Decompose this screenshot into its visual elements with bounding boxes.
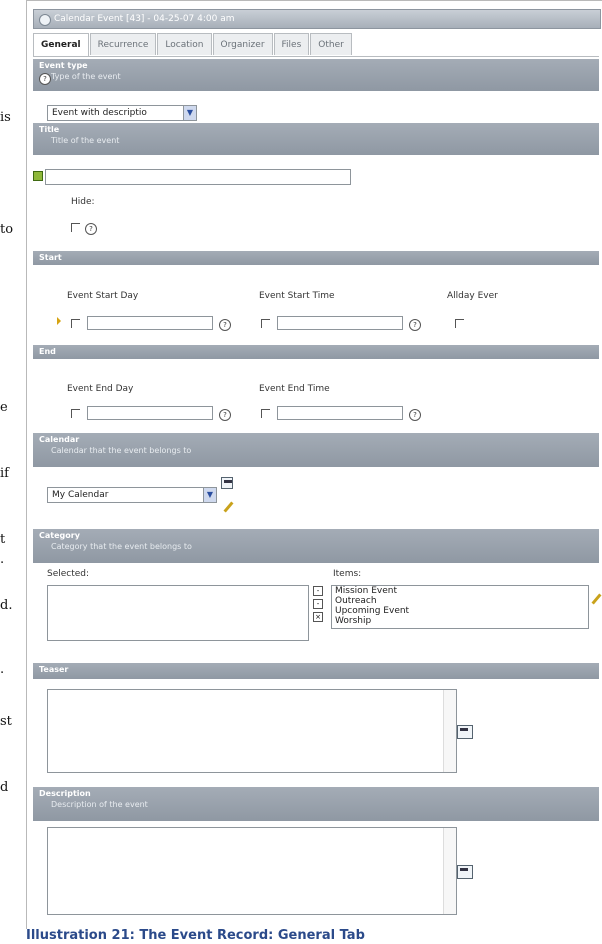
section-title: End [39,347,56,356]
required-marker-icon [33,171,43,181]
start-header: Start [33,251,599,265]
help-icon[interactable]: ? [39,73,51,85]
calendar-value: My Calendar [52,490,109,500]
category-header: Category Category that the event belongs… [33,529,599,563]
editor-icon[interactable] [457,865,473,879]
left-text-fragment: d [0,780,9,795]
start-time-label: Event Start Time [259,291,335,301]
tab-files[interactable]: Files [273,33,310,55]
tab-other[interactable]: Other [310,33,352,55]
figure-caption: Illustration 21: The Event Record: Gener… [26,928,365,943]
hide-label: Hide: [71,197,95,207]
left-text-fragment: t [0,532,6,547]
calendar-select[interactable]: My Calendar ▼ [47,487,217,503]
left-text-fragment: d. [0,598,13,613]
window-titlebar: Calendar Event [43] - 04-25-07 4:00 am [33,9,601,29]
end-time-label: Event End Time [259,384,330,394]
tab-general[interactable]: General [33,33,89,57]
section-description: Description of the event [51,800,148,809]
window-title: Calendar Event [43] - 04-25-07 4:00 am [54,14,235,24]
tab-location[interactable]: Location [157,33,212,55]
description-textarea[interactable] [47,827,457,915]
help-icon[interactable]: ? [85,223,97,235]
start-time-input[interactable] [277,316,403,330]
teaser-header: Teaser [33,663,599,679]
editor-icon[interactable] [457,725,473,739]
help-icon[interactable]: ? [409,319,421,331]
left-text-fragment: . [0,552,5,567]
edit-icon[interactable] [223,501,234,513]
title-input[interactable] [45,169,351,185]
teaser-scrollbar[interactable] [443,690,456,772]
section-description: Title of the event [51,136,120,145]
section-description: Calendar that the event belongs to [51,446,192,455]
help-icon[interactable]: ? [219,319,231,331]
tab-organizer[interactable]: Organizer [212,33,273,55]
start-time-checkbox[interactable] [261,319,270,328]
left-text-fragment: e [0,400,8,415]
description-header: Description Description of the event [33,787,599,821]
hide-checkbox[interactable] [71,223,80,232]
tab-bar: General Recurrence Location Organizer Fi… [33,33,353,57]
end-time-checkbox[interactable] [261,409,270,418]
teaser-textarea[interactable] [47,689,457,773]
allday-checkbox[interactable] [455,319,464,328]
event-type-value: Event with descriptio [52,108,147,118]
chevron-down-icon: ▼ [183,106,196,120]
section-title: Event type [39,61,88,70]
section-title: Start [39,253,62,262]
section-title: Description [39,789,91,798]
section-description: Category that the event belongs to [51,542,192,551]
calendar-header: Calendar Calendar that the event belongs… [33,433,599,467]
event-type-header: Event type ? Type of the event [33,59,599,91]
selected-categories-list[interactable] [47,585,309,641]
left-text-fragment: is [0,110,11,125]
remove-icon[interactable]: × [313,612,323,622]
start-day-label: Event Start Day [67,291,139,301]
items-label: Items: [333,569,362,579]
end-day-checkbox[interactable] [71,409,80,418]
move-down-icon[interactable]: - [313,599,323,609]
calendar-icon[interactable] [221,477,233,489]
left-text-fragment: . [0,662,5,677]
event-type-select[interactable]: Event with descriptio ▼ [47,105,197,121]
event-window: Calendar Event [43] - 04-25-07 4:00 am G… [26,0,602,929]
title-header: Title Title of the event [33,123,599,155]
start-day-checkbox[interactable] [71,319,80,328]
tab-divider [33,56,599,57]
section-description: Type of the event [51,72,121,81]
tab-recurrence[interactable]: Recurrence [89,33,157,55]
start-day-input[interactable] [87,316,213,330]
description-scrollbar[interactable] [443,828,456,914]
section-title: Calendar [39,435,80,444]
end-header: End [33,345,599,359]
edit-icon[interactable] [591,593,602,605]
chevron-down-icon: ▼ [203,488,216,502]
arrow-marker-icon [57,317,61,325]
category-items-list[interactable]: Mission Event Outreach Upcoming Event Wo… [331,585,589,629]
help-icon[interactable]: ? [219,409,231,421]
selected-label: Selected: [47,569,90,579]
section-title: Category [39,531,80,540]
help-icon[interactable]: ? [409,409,421,421]
move-up-icon[interactable]: - [313,586,323,596]
left-text-fragment: if [0,466,9,481]
left-text-fragment: to [0,222,14,237]
end-day-input[interactable] [87,406,213,420]
list-item[interactable]: Worship [332,616,588,626]
left-text-fragment: st [0,714,12,729]
end-time-input[interactable] [277,406,403,420]
list-item[interactable]: Outreach [332,596,588,606]
list-item[interactable]: Upcoming Event [332,606,588,616]
window-icon [39,14,51,26]
allday-label: Allday Ever [447,291,498,301]
section-title: Title [39,125,60,134]
end-day-label: Event End Day [67,384,134,394]
section-title: Teaser [39,665,69,674]
list-item[interactable]: Mission Event [332,586,588,596]
